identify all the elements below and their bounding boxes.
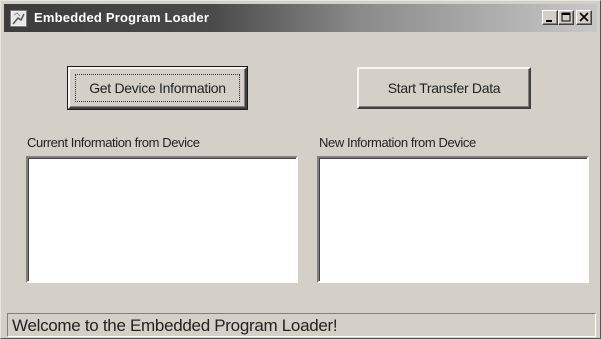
minimize-icon <box>546 20 552 22</box>
minimize-button[interactable] <box>542 10 558 25</box>
close-icon <box>579 12 589 22</box>
new-info-box[interactable] <box>317 156 589 283</box>
status-message: Welcome to the Embedded Program Loader! <box>12 316 338 335</box>
get-device-info-button[interactable]: Get Device Information <box>67 66 248 110</box>
app-loader-icon[interactable] <box>10 10 27 27</box>
start-transfer-label: Start Transfer Data <box>387 80 501 96</box>
title-bar[interactable]: Embedded Program Loader <box>4 4 597 32</box>
current-info-box[interactable] <box>26 156 298 283</box>
new-info-label: New Information from Device <box>319 135 476 150</box>
window-title: Embedded Program Loader <box>34 10 210 25</box>
close-button[interactable] <box>576 10 592 25</box>
main-window: Embedded Program Loader Get Device Infor… <box>0 0 601 339</box>
get-device-info-label: Get Device Information <box>89 80 226 96</box>
status-bar: Welcome to the Embedded Program Loader! <box>7 313 596 337</box>
current-info-label: Current Information from Device <box>27 135 200 150</box>
start-transfer-button[interactable]: Start Transfer Data <box>357 67 531 109</box>
maximize-icon <box>561 12 571 22</box>
maximize-button[interactable] <box>558 10 574 25</box>
